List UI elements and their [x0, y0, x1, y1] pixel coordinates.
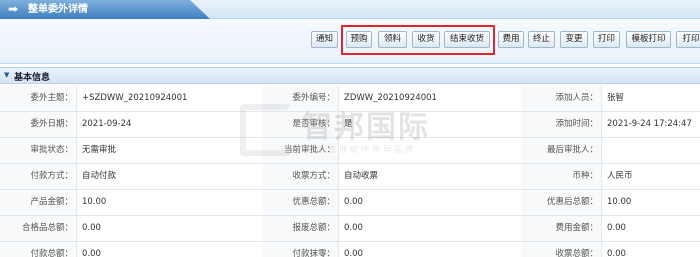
- value-invoice-method: 自动收票: [344, 171, 379, 181]
- value-number: ZDWW_20210924001: [344, 93, 437, 103]
- label-number: 委外编号：: [262, 86, 339, 111]
- expense-button[interactable]: 费用: [498, 31, 524, 48]
- value-discount-total: 0.00: [344, 197, 363, 207]
- label-approval-status: 审批状态：: [0, 138, 77, 163]
- value-currency: 人民币: [607, 171, 633, 181]
- section-title: 基本信息: [14, 73, 51, 83]
- label-payment-method: 付款方式：: [0, 164, 77, 189]
- value-after-discount: 10.00: [607, 197, 632, 207]
- label-payment-rounding: 付款抹零：: [262, 242, 339, 257]
- value-expense-amount: 0.00: [607, 223, 626, 233]
- print-button[interactable]: 打印: [593, 31, 620, 48]
- label-payment-total: 付款总额：: [0, 242, 77, 257]
- material-request-button[interactable]: 领料: [378, 31, 407, 48]
- label-created-time: 添加时间：: [521, 112, 602, 137]
- value-product-amount: 10.00: [82, 197, 107, 207]
- value-approval-status: 无需审批: [82, 145, 117, 155]
- value-subject: +SZDWW_20210924001: [82, 93, 188, 103]
- toolbar: 通知 预购 领料 收货 结束收货 费用 终止 变更 打印 模板打印 打印: [0, 19, 700, 64]
- label-discount-total: 优惠总额：: [262, 190, 339, 215]
- value-invoice-total: 0.00: [607, 249, 626, 257]
- section-header-basic-info[interactable]: ▼ 基本信息: [0, 67, 700, 84]
- value-current-approver: [340, 138, 520, 163]
- info-row: 付款方式： 自动付款 收票方式： 自动收票 币种： 人民币: [0, 164, 700, 190]
- value-date: 2021-09-24: [82, 119, 132, 129]
- info-row: 委外日期： 2021-09-24 是否审核： 是 添加时间： 2021-9-24…: [0, 112, 700, 138]
- label-last-approver: 最后审批人：: [521, 138, 602, 163]
- info-row: 委外主题： +SZDWW_20210924001 委外编号： ZDWW_2021…: [0, 86, 700, 112]
- print-button-2[interactable]: 打印: [676, 31, 700, 48]
- label-product-amount: 产品金额：: [0, 190, 77, 215]
- arrow-right-icon: ➡: [8, 2, 19, 16]
- info-row: 产品金额： 10.00 优惠总额： 0.00 优惠后总额： 10.00: [0, 190, 700, 216]
- value-scrap-total: 0.00: [344, 223, 363, 233]
- label-approved: 是否审核：: [262, 112, 339, 137]
- value-payment-method: 自动付款: [82, 171, 117, 181]
- label-scrap-total: 报废总额：: [262, 216, 339, 241]
- value-payment-rounding: 0.00: [344, 249, 363, 257]
- label-invoice-method: 收票方式：: [262, 164, 339, 189]
- label-after-discount: 优惠后总额：: [521, 190, 602, 215]
- prepurchase-button[interactable]: 预购: [346, 31, 372, 48]
- info-row: 合格品总额： 0.00 报废总额： 0.00 费用金额： 0.00: [0, 216, 700, 242]
- label-currency: 币种：: [521, 164, 602, 189]
- label-date: 委外日期：: [0, 112, 77, 137]
- info-row: 付款总额： 0.00 付款抹零： 0.00 收票总额： 0.00: [0, 242, 700, 257]
- page-title: 整单委外详情: [28, 4, 88, 15]
- template-print-button[interactable]: 模板打印: [626, 31, 671, 48]
- value-approved: 是: [344, 119, 353, 129]
- info-row: 审批状态： 无需审批 当前审批人： 最后审批人：: [0, 138, 700, 164]
- label-current-approver: 当前审批人：: [262, 138, 339, 163]
- notify-button[interactable]: 通知: [311, 31, 338, 48]
- label-subject: 委外主题：: [0, 86, 77, 111]
- change-button[interactable]: 变更: [560, 31, 588, 48]
- receive-goods-button[interactable]: 收货: [412, 31, 440, 48]
- caret-down-icon[interactable]: ▼: [4, 71, 9, 79]
- label-invoice-total: 收票总额：: [521, 242, 602, 257]
- finish-receiving-button[interactable]: 结束收货: [444, 31, 490, 48]
- label-creator: 添加人员：: [521, 86, 602, 111]
- value-payment-total: 0.00: [82, 249, 101, 257]
- label-expense-amount: 费用金额：: [521, 216, 602, 241]
- title-bar: ➡ 整单委外详情: [0, 0, 700, 19]
- value-last-approver: [603, 138, 700, 163]
- terminate-button[interactable]: 终止: [528, 31, 555, 48]
- value-qualified-total: 0.00: [82, 223, 101, 233]
- label-qualified-total: 合格品总额：: [0, 216, 77, 241]
- value-creator: 张智: [607, 93, 625, 103]
- value-created-time: 2021-9-24 17:24:47: [607, 119, 692, 129]
